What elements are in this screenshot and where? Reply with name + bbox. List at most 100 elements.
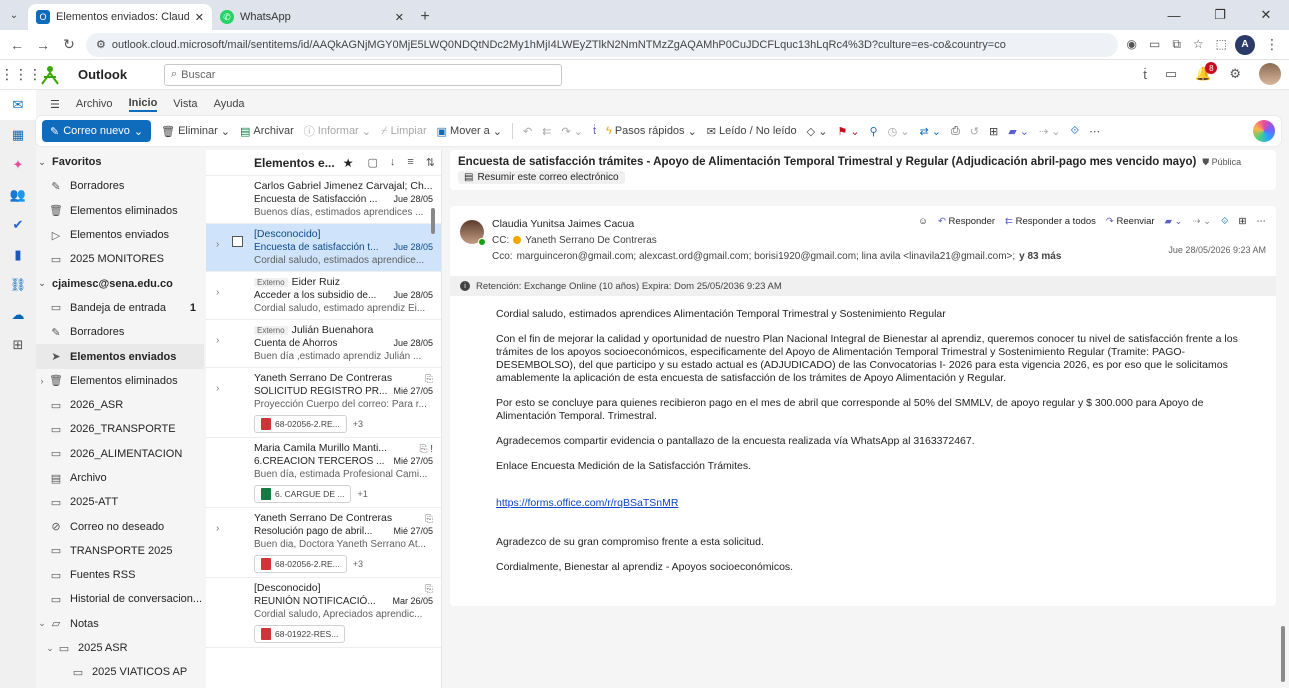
cc-recipient[interactable]: Yaneth Serrano De Contreras: [525, 235, 657, 246]
tab-search-icon[interactable]: ⌄: [0, 0, 28, 30]
report-button[interactable]: ⓘ Informar ⌄: [304, 123, 371, 139]
back-icon[interactable]: ←: [8, 37, 26, 53]
attachment-chip[interactable]: 68-02056-2.RE...: [254, 415, 347, 433]
tab-inicio[interactable]: Inicio: [128, 97, 158, 112]
todo-app-icon[interactable]: ✔: [0, 210, 36, 240]
pin-icon[interactable]: ⚲: [870, 125, 878, 138]
loop-icon[interactable]: ⟐: [1221, 216, 1229, 227]
tag-icon[interactable]: ◇ ⌄: [807, 125, 828, 138]
settings-gear-icon[interactable]: ⚙: [1229, 66, 1241, 82]
more-recipients[interactable]: y 83 más: [1019, 251, 1061, 262]
close-tab-icon[interactable]: ✕: [195, 11, 204, 24]
teams-share-icon[interactable]: ṫ: [593, 125, 596, 137]
folder-item[interactable]: ▤ Archivo: [36, 466, 204, 490]
reply-button[interactable]: ↶ Responder: [938, 216, 995, 227]
ribbon-menu-icon[interactable]: ☰: [50, 98, 60, 111]
survey-link[interactable]: https://forms.office.com/r/rqBSaTSnMR: [496, 497, 1252, 510]
more-apps-icon[interactable]: ⊞: [0, 330, 36, 360]
more-options-icon[interactable]: ⋯: [1089, 125, 1100, 138]
url-field[interactable]: ⚙ outlook.cloud.microsoft/mail/sentitems…: [86, 32, 1119, 57]
folder-item[interactable]: ✎ Borradores: [36, 174, 204, 198]
print-icon[interactable]: ⎙: [951, 125, 960, 138]
folder-item-sent[interactable]: ➤ Elementos enviados: [36, 344, 204, 369]
forward-as-icon[interactable]: ⇢ ⌄: [1192, 216, 1211, 227]
teams-share-icon[interactable]: ▰ ⌄: [1165, 216, 1183, 227]
chevron-right-icon[interactable]: ›: [36, 376, 48, 386]
folder-item[interactable]: 🗑 Elementos eliminados: [36, 199, 204, 223]
archive-button[interactable]: ▤ Archivar: [240, 125, 294, 138]
favorite-star-icon[interactable]: ★: [343, 156, 354, 170]
people-app-icon[interactable]: 👥: [0, 180, 36, 210]
view-icon[interactable]: ⊞: [989, 125, 998, 138]
browser-menu-icon[interactable]: ⋮: [1263, 36, 1281, 53]
quick-steps-button[interactable]: ϟ Pasos rápidos ⌄: [606, 125, 697, 138]
flag-icon[interactable]: ⚑ ⌄: [837, 125, 859, 138]
folder-item[interactable]: ⊘ Correo no deseado: [36, 514, 204, 538]
tab-archivo[interactable]: Archivo: [76, 98, 113, 110]
more-attachments[interactable]: +3: [353, 558, 363, 571]
message-list-scrollbar[interactable]: [431, 208, 435, 234]
folder-item[interactable]: ▭ 2025-ATT: [36, 490, 204, 514]
mail-app-icon[interactable]: ✉: [0, 90, 36, 120]
folder-item[interactable]: ⌄ ▭ 2025 ASR: [36, 636, 204, 660]
chevron-down-icon[interactable]: ⌄: [134, 125, 143, 138]
list-item[interactable]: › ⎘ Yaneth Serrano De Contreras SOLICITU…: [206, 368, 441, 438]
user-avatar[interactable]: [1259, 63, 1281, 85]
onenote-icon[interactable]: ▰ ⌄: [1008, 125, 1029, 138]
reply-icon[interactable]: ↶: [523, 125, 532, 138]
more-attachments[interactable]: +3: [353, 418, 363, 431]
attachment-chip[interactable]: 68-01922-RES...: [254, 625, 346, 643]
folder-item[interactable]: ▭ 2026_ASR: [36, 393, 204, 417]
chevron-down-icon[interactable]: ⌄: [44, 643, 56, 654]
summarize-button[interactable]: ▤ Resumir este correo electrónico: [458, 171, 625, 184]
folder-item[interactable]: ▭ Fuentes RSS: [36, 563, 204, 587]
site-info-icon[interactable]: ⚙: [96, 38, 106, 51]
copilot-app-icon[interactable]: ✦: [0, 150, 36, 180]
folder-item[interactable]: ▭ TRANSPORTE 2025: [36, 539, 204, 563]
install-app-icon[interactable]: ▭: [1149, 37, 1160, 52]
new-tab-button[interactable]: +: [412, 4, 438, 30]
tab-vista[interactable]: Vista: [173, 98, 197, 110]
folder-item[interactable]: ▭ 2026_TRANSPORTE: [36, 417, 204, 441]
calendar-app-icon[interactable]: ▦: [0, 120, 36, 150]
tab-outlook[interactable]: O Elementos enviados: Claudia Yu ✕: [28, 4, 212, 30]
folder-item-inbox[interactable]: ▭ Bandeja de entrada 1: [36, 296, 204, 320]
clean-button[interactable]: ⌿ Limpiar: [381, 125, 427, 138]
folder-item[interactable]: ▭ 2025 VIATICOS AP: [36, 660, 204, 684]
more-attachments[interactable]: +1: [357, 488, 367, 501]
emoji-react-icon[interactable]: ☺: [918, 216, 928, 227]
copilot-icon[interactable]: [1253, 120, 1275, 142]
minimize-icon[interactable]: —: [1151, 0, 1197, 30]
chevron-right-icon[interactable]: ›: [216, 238, 219, 251]
profile-avatar[interactable]: A: [1235, 34, 1255, 55]
list-item[interactable]: Carlos Gabriel Jimenez Carvajal; Ch... E…: [206, 176, 441, 224]
move-button[interactable]: ▣ Mover a ⌄: [437, 125, 502, 138]
onedrive-app-icon[interactable]: ☁: [0, 300, 36, 330]
list-item[interactable]: ⎘ [Desconocido] REUNIÓN NOTIFICACIÓ... Ma…: [206, 578, 441, 648]
sort-icon[interactable]: ⇅: [426, 156, 435, 169]
tab-ayuda[interactable]: Ayuda: [214, 98, 245, 110]
folder-item[interactable]: ▭ Historial de conversacion...: [36, 587, 204, 611]
reply-all-icon[interactable]: ⇇: [542, 125, 551, 138]
reading-pane-scrollbar[interactable]: [1281, 626, 1285, 682]
new-mail-button[interactable]: ✎ Correo nuevo ⌄: [42, 120, 152, 142]
folder-item[interactable]: › 🗑 Elementos eliminados: [36, 369, 204, 393]
forward-icon[interactable]: ↷ ⌄: [561, 125, 583, 138]
word-app-icon[interactable]: ▮: [0, 240, 36, 270]
tab-whatsapp[interactable]: ✆ WhatsApp ✕: [212, 4, 412, 30]
translate-icon[interactable]: ⧉: [1172, 37, 1181, 52]
undo-icon[interactable]: ↺: [970, 125, 979, 138]
forward-button[interactable]: ↷ Reenviar: [1106, 216, 1155, 227]
bcc-recipients[interactable]: marguinceron@gmail.com; alexcast.ord@gma…: [517, 251, 1016, 262]
snooze-icon[interactable]: ◷ ⌄: [888, 125, 910, 138]
folder-item[interactable]: ▭ 2025 MONITORES: [36, 247, 204, 271]
folder-item[interactable]: ✎ Borradores: [36, 320, 204, 344]
favorites-header[interactable]: ⌄ Favoritos: [36, 150, 204, 174]
reload-icon[interactable]: ↻: [60, 36, 78, 53]
notifications-bell-icon[interactable]: 🔔 8: [1195, 62, 1218, 82]
close-window-icon[interactable]: ✕: [1243, 0, 1289, 30]
more-actions-icon[interactable]: ⋯: [1257, 216, 1267, 227]
forward-icon[interactable]: →: [34, 37, 52, 53]
delete-button[interactable]: 🗑 Eliminar ⌄: [161, 125, 230, 138]
chevron-right-icon[interactable]: ›: [216, 334, 219, 347]
